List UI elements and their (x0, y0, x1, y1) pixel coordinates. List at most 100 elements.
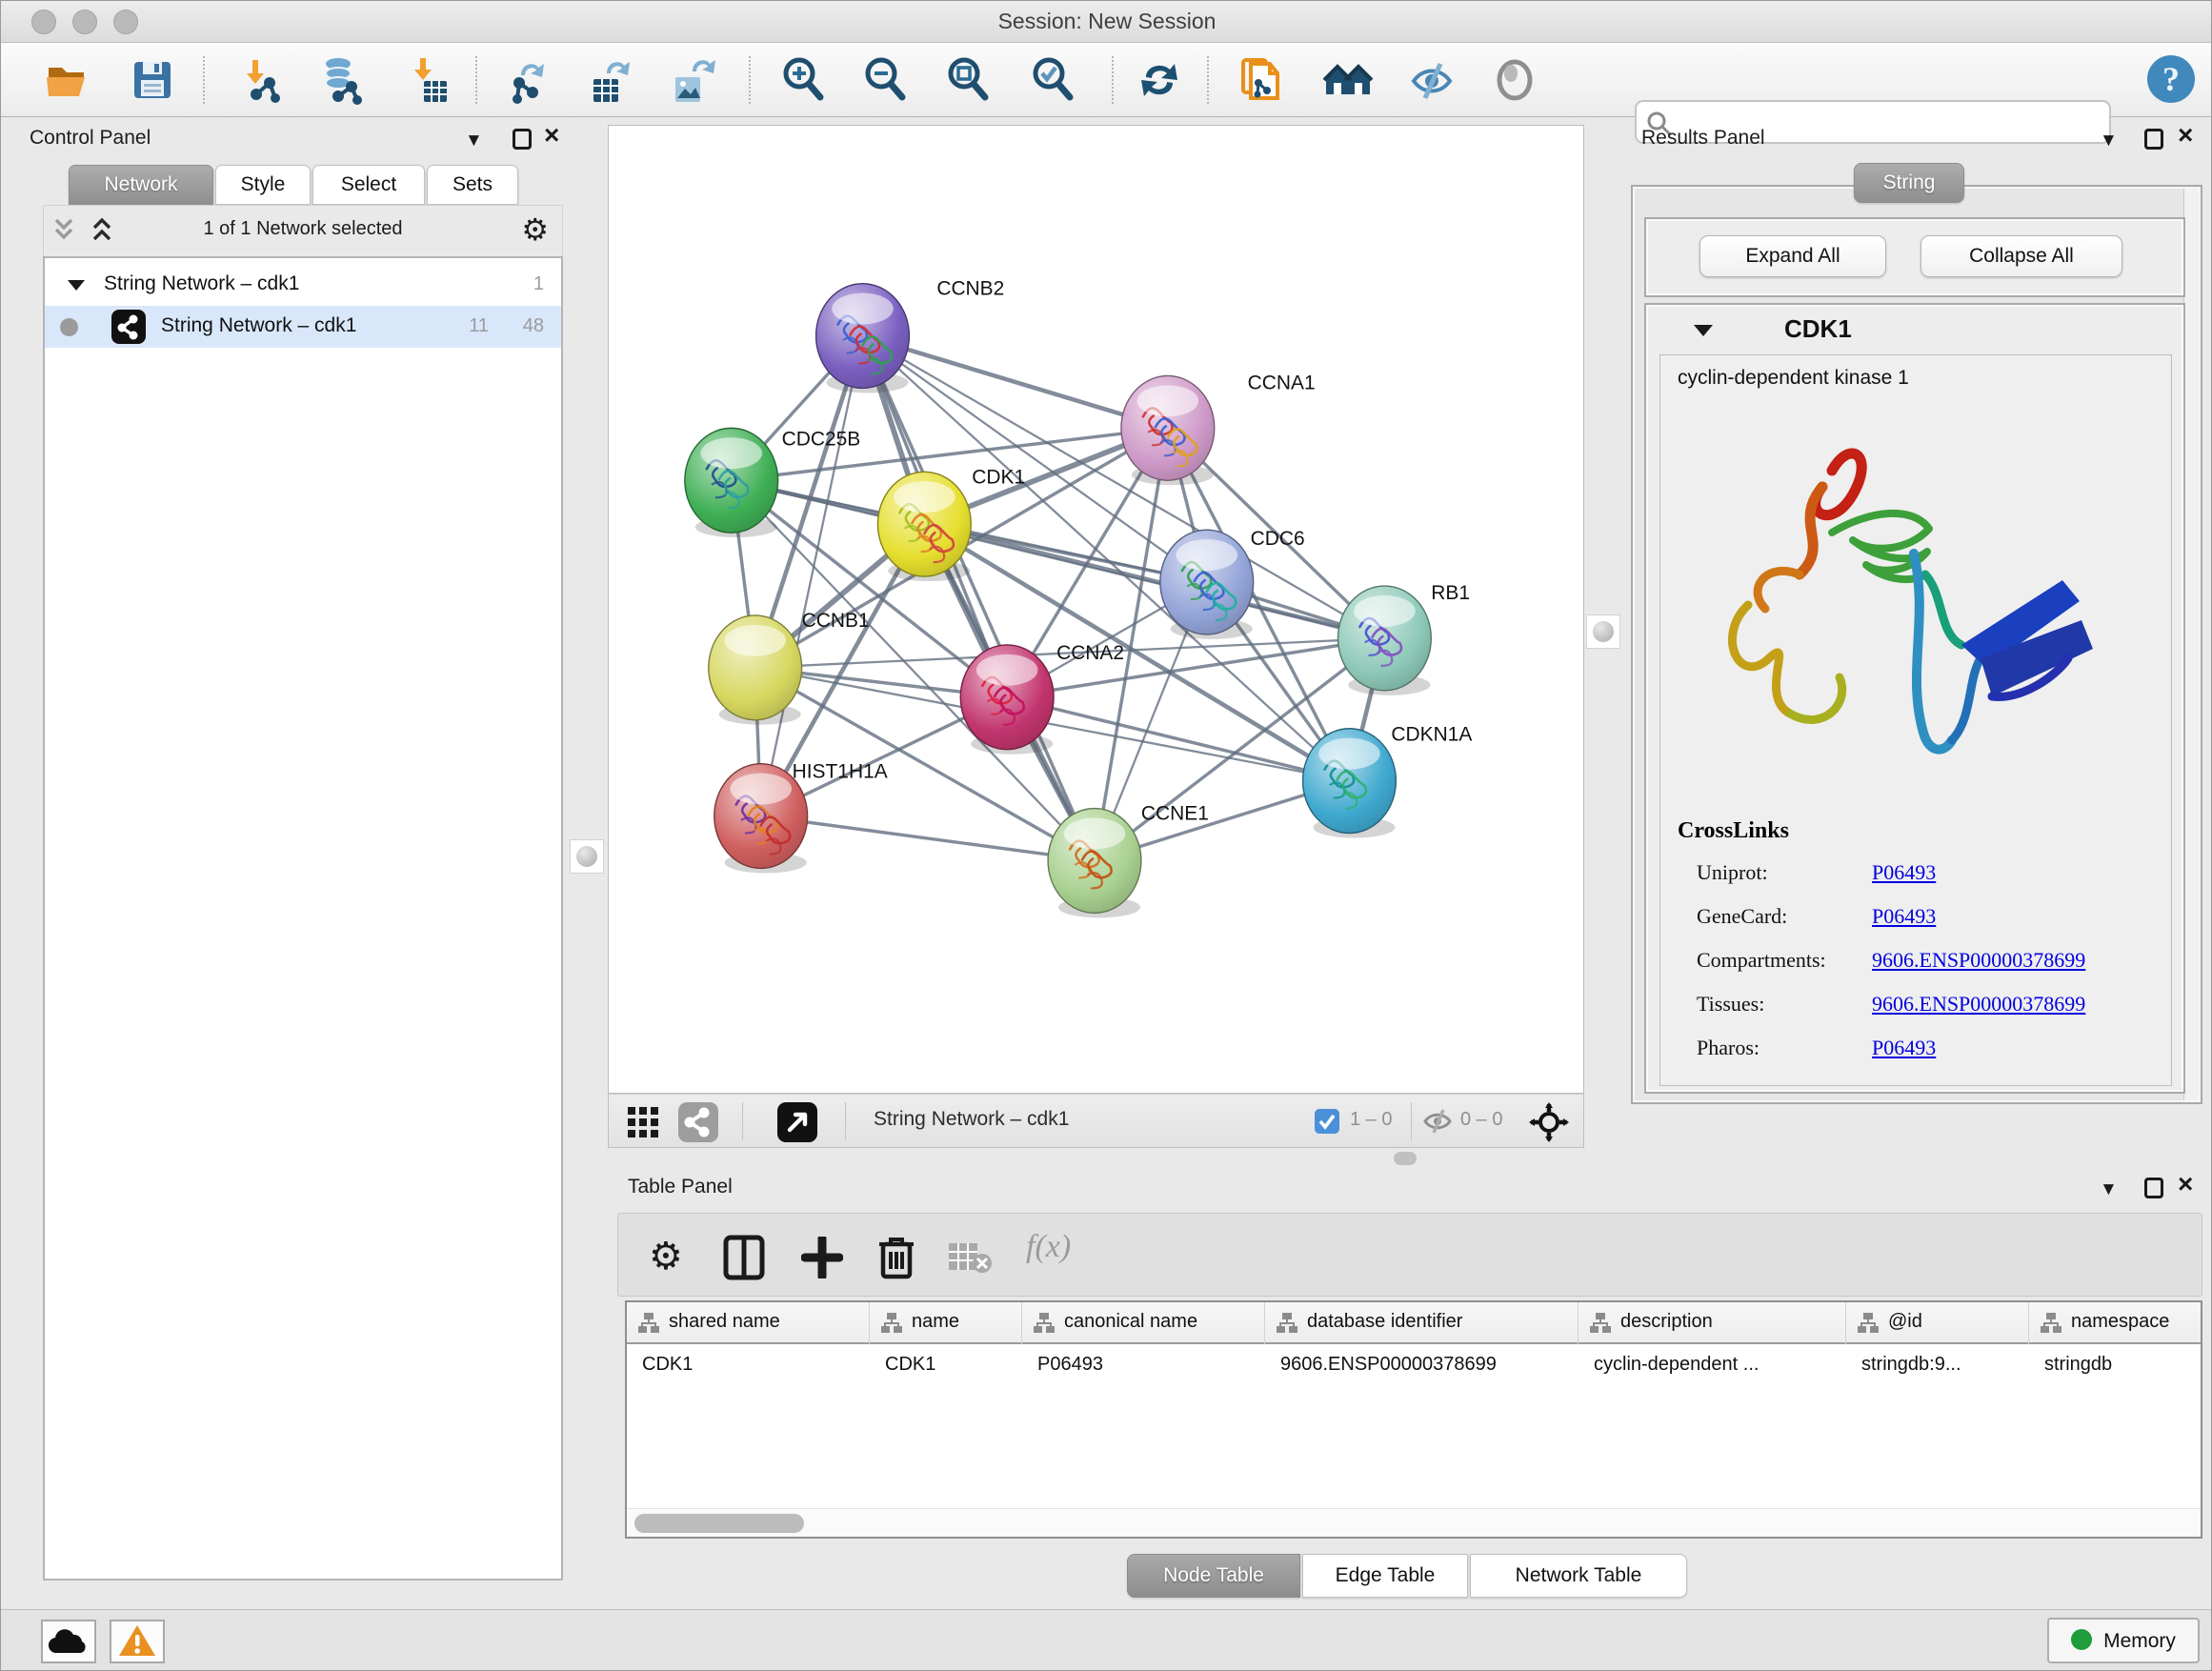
function-builder-button[interactable]: f(x) (1026, 1229, 1071, 1265)
column-header-database-identifier[interactable]: database identifier (1265, 1302, 1579, 1344)
results-panel-float-button[interactable] (2144, 129, 2163, 152)
birds-eye-toggle-button[interactable] (1489, 54, 1540, 106)
network-edge[interactable] (924, 524, 1384, 638)
table-panel-float-button[interactable] (2144, 1178, 2163, 1201)
control-panel-float-button[interactable] (513, 129, 532, 152)
network-node-cdc6[interactable]: CDC6 (1160, 528, 1305, 639)
table-cell[interactable]: 9606.ENSP00000378699 (1280, 1354, 1571, 1376)
import-table-file-button[interactable] (403, 54, 454, 106)
table-cell[interactable]: stringdb (2044, 1354, 2202, 1376)
clone-network-button[interactable] (1236, 54, 1287, 106)
scrollbar-thumb[interactable] (634, 1514, 804, 1533)
tab-string[interactable]: String (1854, 163, 1964, 203)
tab-node-table[interactable]: Node Table (1127, 1554, 1300, 1598)
tab-select[interactable]: Select (312, 165, 425, 205)
control-panel-close-button[interactable]: × (544, 125, 559, 147)
table-panel-close-button[interactable]: × (2178, 1174, 2193, 1196)
expand-all-button[interactable]: Expand All (1699, 235, 1886, 277)
grid-view-button[interactable] (626, 1105, 660, 1142)
results-panel-menu-button[interactable]: ▼ (2100, 131, 2118, 151)
network-edge[interactable] (862, 336, 1095, 861)
zoom-selected-button[interactable] (1028, 54, 1079, 106)
birds-eye-position-button[interactable] (1529, 1102, 1569, 1145)
control-panel-menu-button[interactable]: ▼ (465, 131, 483, 151)
hide-graphics-details-button[interactable] (1406, 54, 1458, 106)
crosslink-link[interactable]: P06493 (1872, 904, 1936, 929)
tab-sets[interactable]: Sets (427, 165, 518, 205)
table-options-button[interactable]: ⚙ (649, 1235, 683, 1278)
crosslink-link[interactable]: 9606.ENSP00000378699 (1872, 948, 2085, 973)
tab-network-table[interactable]: Network Table (1470, 1554, 1687, 1598)
export-table-button[interactable] (586, 54, 637, 106)
open-in-window-button[interactable] (776, 1101, 818, 1146)
network-edge[interactable] (761, 816, 1095, 861)
tab-network[interactable]: Network (69, 165, 213, 205)
delete-columns-button[interactable] (877, 1233, 915, 1283)
table-cell[interactable]: P06493 (1037, 1354, 1257, 1376)
table-cell[interactable]: CDK1 (885, 1354, 1015, 1376)
column-header--id[interactable]: @id (1846, 1302, 2029, 1344)
network-node-ccna2[interactable]: CCNA2 (960, 642, 1124, 755)
column-header-shared-name[interactable]: shared name (627, 1302, 870, 1344)
gene-expander-button[interactable] (1692, 322, 1715, 341)
network-node-cdkn1a[interactable]: CDKN1A (1303, 724, 1473, 838)
network-node-ccne1[interactable]: CCNE1 (1048, 803, 1209, 918)
column-header-namespace[interactable]: namespace (2029, 1302, 2202, 1344)
memory-button[interactable]: Memory (2047, 1618, 2200, 1663)
network-view-canvas[interactable]: CCNB2CCNA1CDC25BCDK1CDC6RB1CCNB1CCNA2CDK… (608, 125, 1584, 1094)
network-edge[interactable] (761, 336, 863, 816)
network-edge[interactable] (862, 336, 1167, 429)
create-column-button[interactable] (801, 1237, 843, 1281)
network-node-ccnb2[interactable]: CCNB2 (816, 278, 1005, 393)
export-network-button[interactable] (504, 54, 555, 106)
import-network-database-button[interactable] (315, 54, 367, 106)
left-splitter-handle[interactable] (570, 839, 604, 874)
network-node-rb1[interactable]: RB1 (1337, 582, 1470, 695)
warning-status-button[interactable] (110, 1620, 165, 1663)
table-panel-menu-button[interactable]: ▼ (2100, 1179, 2118, 1200)
update-network-button[interactable] (1134, 54, 1185, 106)
selected-nodes-checkbox[interactable] (1314, 1108, 1340, 1139)
string-view-button[interactable] (677, 1101, 719, 1146)
caret-down-icon: ▼ (465, 131, 483, 151)
crosslink-link[interactable]: P06493 (1872, 1036, 1936, 1060)
network-collection-row[interactable]: String Network – cdk1 1 (45, 264, 561, 306)
column-header-name[interactable]: name (870, 1302, 1022, 1344)
export-image-button[interactable] (668, 54, 719, 106)
cloud-status-button[interactable] (41, 1620, 96, 1663)
table-row[interactable]: CDK1 CDK1 P06493 9606.ENSP00000378699 cyclin… (627, 1346, 2202, 1386)
help-button[interactable]: ? (2144, 52, 2196, 104)
string-network-graph[interactable]: CCNB2CCNA1CDC25BCDK1CDC6RB1CCNB1CCNA2CDK… (609, 126, 1583, 1093)
zoom-out-button[interactable] (860, 54, 912, 106)
network-node-hist1h1a[interactable]: HIST1H1A (714, 761, 888, 874)
network-node-cdc25b[interactable]: CDC25B (685, 428, 860, 537)
collapse-all-button[interactable]: Collapse All (1920, 235, 2122, 277)
column-header-description[interactable]: description (1579, 1302, 1846, 1344)
tab-edge-table[interactable]: Edge Table (1302, 1554, 1468, 1598)
delete-table-button[interactable] (948, 1242, 994, 1278)
network-node-ccna1[interactable]: CCNA1 (1121, 372, 1316, 485)
network-row[interactable]: String Network – cdk1 11 48 (45, 306, 561, 348)
column-header-canonical-name[interactable]: canonical name (1022, 1302, 1265, 1344)
crosslink-link[interactable]: 9606.ENSP00000378699 (1872, 992, 2085, 1017)
table-cell[interactable]: cyclin-dependent ... (1594, 1354, 1839, 1376)
table-cell[interactable]: stringdb:9... (1861, 1354, 2021, 1376)
crosslink-row: Pharos:P06493 (1660, 1028, 2173, 1072)
open-session-button[interactable] (43, 54, 94, 106)
show-all-networks-button[interactable] (1322, 54, 1374, 106)
table-horizontal-scrollbar[interactable] (627, 1508, 2201, 1537)
zoom-in-button[interactable] (778, 54, 830, 106)
network-options-gear-button[interactable]: ⚙ (521, 211, 549, 248)
horizontal-splitter-handle[interactable] (1394, 1152, 1417, 1165)
table-cell[interactable]: CDK1 (642, 1354, 862, 1376)
save-session-button[interactable] (127, 54, 178, 106)
crosslink-link[interactable]: P06493 (1872, 860, 1936, 885)
show-columns-button[interactable] (723, 1235, 765, 1283)
zoom-fit-button[interactable] (943, 54, 995, 106)
import-network-file-button[interactable] (235, 54, 287, 106)
results-scrollbar[interactable] (2183, 189, 2199, 1100)
results-panel-close-button[interactable]: × (2178, 125, 2193, 147)
hidden-elements-icon[interactable] (1422, 1107, 1453, 1140)
right-splitter-handle[interactable] (1586, 614, 1620, 649)
tab-style[interactable]: Style (215, 165, 311, 205)
